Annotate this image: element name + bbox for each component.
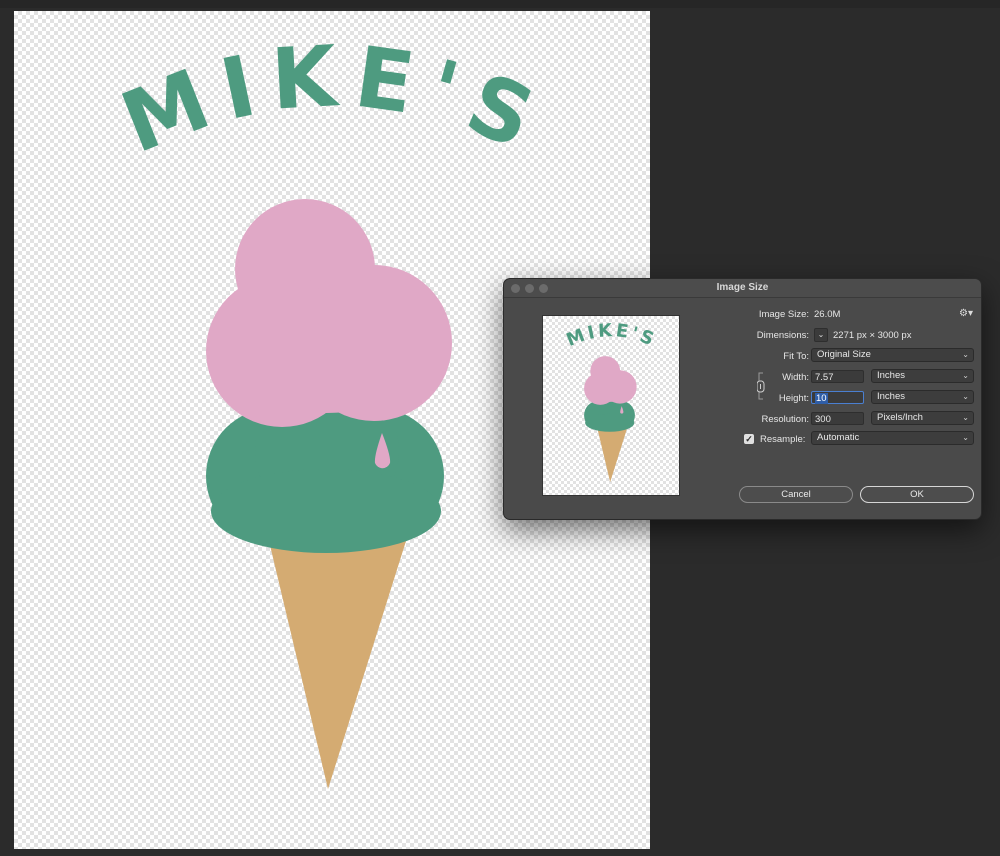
height-unit-select[interactable]: Inches ⌄ (871, 390, 974, 404)
chevron-down-icon: ⌄ (962, 413, 969, 422)
svg-text:MIKE'S: MIKE'S (564, 320, 660, 351)
resolution-unit-value: Pixels/Inch (877, 412, 923, 423)
height-input[interactable]: 10 (811, 391, 864, 404)
width-label: Width: (782, 372, 809, 383)
resolution-value: 300 (815, 414, 831, 425)
ok-button[interactable]: OK (860, 486, 974, 503)
artwork-title: MIKE'S (109, 27, 561, 174)
height-unit-value: Inches (877, 391, 905, 402)
fit-to-select[interactable]: Original Size ⌄ (811, 348, 974, 362)
resample-select[interactable]: Automatic ⌄ (811, 431, 974, 445)
preview-artwork: MIKE'S (564, 320, 660, 483)
dimensions-label: Dimensions: (756, 330, 809, 341)
resolution-input[interactable]: 300 (811, 412, 864, 425)
dialog-title: Image Size (716, 282, 769, 293)
image-preview[interactable]: MIKE'S (542, 315, 680, 496)
resample-label: Resample: (760, 434, 806, 445)
resample-checkbox[interactable]: ✓ (744, 434, 754, 444)
fit-to-value: Original Size (817, 349, 871, 360)
chevron-down-icon: ⌄ (962, 433, 969, 442)
width-unit-select[interactable]: Inches ⌄ (871, 369, 974, 383)
chevron-down-icon: ⌄ (962, 371, 969, 380)
height-value: 10 (815, 393, 828, 404)
resample-value: Automatic (817, 432, 860, 443)
chevron-down-icon[interactable]: ⌄ (814, 328, 828, 342)
resolution-label: Resolution: (761, 414, 809, 425)
image-size-dialog: Image Size MIKE'S Image Size: 26.0M ⚙▾ D… (503, 278, 982, 520)
fit-to-label: Fit To: (783, 351, 809, 362)
image-size-label: Image Size: (758, 309, 809, 320)
top-bar (0, 0, 1000, 8)
dimensions-value: 2271 px × 3000 px (833, 330, 912, 341)
chevron-down-icon: ⌄ (962, 350, 969, 359)
chevron-down-icon: ⌄ (962, 392, 969, 401)
resolution-unit-select[interactable]: Pixels/Inch ⌄ (871, 411, 974, 425)
gear-icon[interactable]: ⚙▾ (959, 308, 973, 319)
image-size-value: 26.0M (814, 309, 841, 320)
width-unit-value: Inches (877, 370, 905, 381)
cancel-button[interactable]: Cancel (739, 486, 853, 503)
height-label: Height: (778, 393, 809, 404)
dialog-titlebar[interactable]: Image Size (504, 279, 981, 298)
cone-shape (269, 541, 406, 789)
width-value: 7.57 (815, 372, 834, 383)
width-input[interactable]: 7.57 (811, 370, 864, 383)
